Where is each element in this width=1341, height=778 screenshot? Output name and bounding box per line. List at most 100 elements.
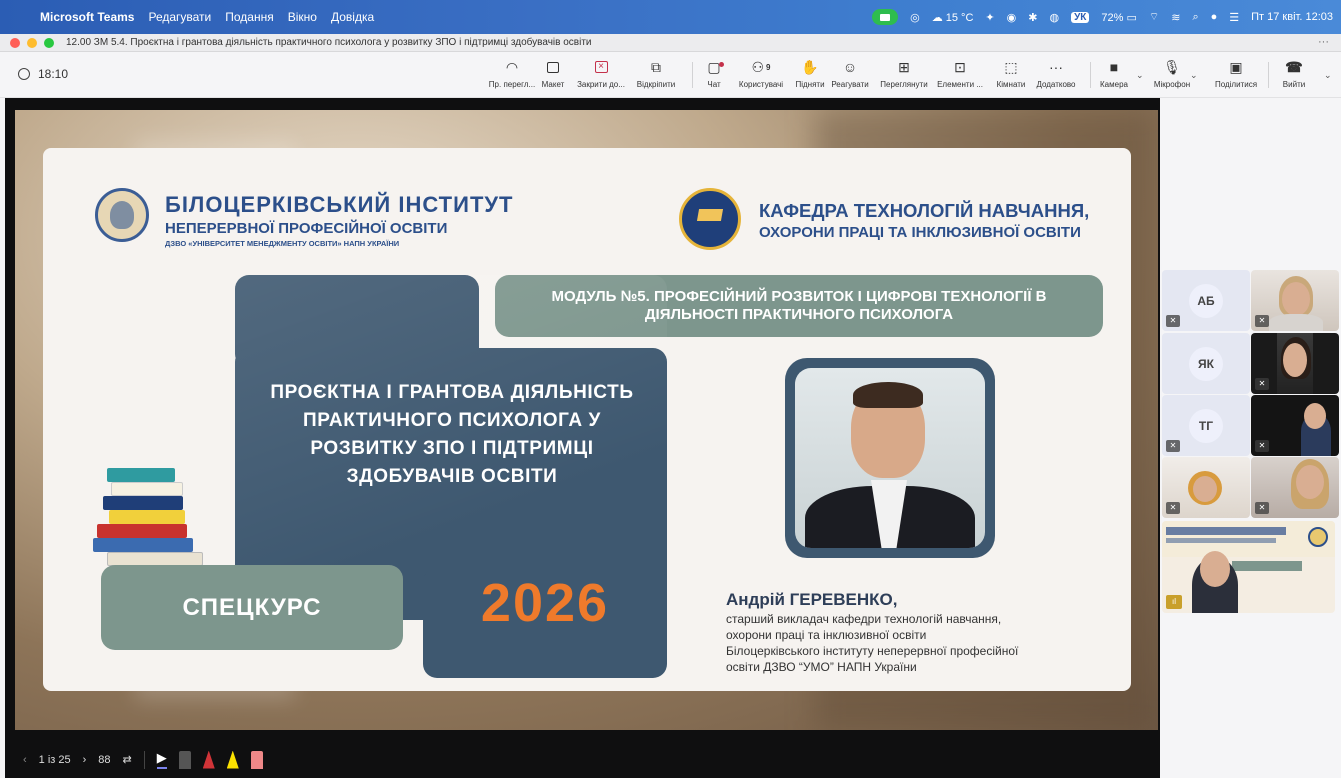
slide-settings-icon[interactable]: ⇄ [123,753,132,766]
bluetooth-icon[interactable]: ✱ [1028,11,1037,24]
popout-label: Відкріпити [636,80,676,89]
course-title-line: ПРОЄКТНА І ГРАНТОВА ДІЯЛЬНІСТЬ [270,382,634,403]
people-count: 9 [766,62,771,72]
presenter-bar-divider [143,750,145,769]
close-share-button[interactable]: × Закрити до... [571,58,631,89]
participant-tile[interactable]: АБ ✕ [1162,270,1250,331]
popout-button[interactable]: ⧉ Відкріпити [626,58,686,90]
microphone-options-chevron-icon[interactable]: ⌄ [1190,70,1198,81]
view-button[interactable]: ⊞ Переглянути [874,58,934,90]
speaker-title-line: охорони праці та інклюзивної освіти [726,628,927,642]
participant-avatar: ЯК [1189,346,1223,381]
leave-button[interactable]: ☎ Вийти [1264,58,1324,90]
popout-icon: ⧉ [651,58,661,75]
battery-indicator[interactable]: 72% ▭ [1101,11,1136,24]
layout-icon [547,58,559,76]
course-type-badge: СПЕЦКУРС [101,565,403,650]
pointer-tool-icon[interactable]: ▶ [156,750,167,769]
course-title-line: ЗДОБУВАЧІВ ОСВІТИ [346,466,558,487]
window-more-button[interactable]: ··· [1318,36,1329,48]
slide-counter: 1 із 25 [38,753,71,766]
participant-video-tile[interactable]: ✕ [1251,395,1339,456]
meeting-duration: 18:10 [38,67,69,81]
course-title-line: РОЗВИТКУ ЗПО І ПІДТРИМЦІ [310,438,594,459]
more-icon: ··· [1049,59,1063,75]
window-minimize-button[interactable] [27,37,37,48]
apps-label: Елементи ... [937,80,983,89]
camera-button[interactable]: ■ Камера [1084,58,1144,89]
camera-in-use-icon[interactable] [872,9,899,25]
leave-label: Вийти [1282,80,1306,89]
microphone-icon: 🎙 [1163,58,1181,75]
dropbox-icon[interactable]: ✦ [985,11,994,24]
speaker-photo [795,368,985,548]
microphone-label: Мікрофон [1153,80,1191,89]
muted-icon: ✕ [1255,315,1269,327]
participant-tile[interactable]: ТГ ✕ [1162,395,1250,456]
slide-grid-icon[interactable]: 88 [98,754,110,766]
menu-window[interactable]: Вікно [288,10,317,24]
weather-temp: 15 °C [945,11,974,24]
presentation-slide: БІЛОЦЕРКІВСЬКИЙ ІНСТИТУТ НЕПЕРЕРВНОЇ ПРО… [15,110,1158,730]
department-line-1: КАФЕДРА ТЕХНОЛОГІЙ НАВЧАННЯ, [759,200,1090,221]
apps-icon: ⊡ [954,58,966,75]
participant-video-tile[interactable]: ✕ [1251,270,1339,331]
menu-datetime[interactable]: Пт 17 квіт. 12:03 [1251,11,1333,23]
control-center-icon[interactable]: ☰ [1229,11,1239,24]
vpn-icon[interactable]: ◉ [1007,11,1017,24]
institute-logo-icon [95,188,149,242]
react-label: Реагувати [831,80,869,89]
share-button[interactable]: ▣ Поділитися [1206,58,1266,90]
slide-card: БІЛОЦЕРКІВСЬКИЙ ІНСТИТУТ НЕПЕРЕРВНОЇ ПРО… [43,148,1131,691]
rooms-icon: ⬚ [1004,58,1018,75]
laser-pen-icon[interactable] [202,750,215,769]
spotlight-search-icon[interactable]: ⌕ [1192,11,1198,24]
muted-icon: ✕ [1255,378,1269,390]
layout-label: Макет [541,80,565,89]
participant-panel: АБ ✕ ✕ ЯК ✕ ТГ ✕ ✕ ✕ ✕ [1160,98,1341,778]
share-label: Поділитися [1214,80,1258,89]
view-label: Переглянути [880,80,928,89]
weather-widget[interactable]: ☁ 15 °C [932,11,974,24]
window-close-button[interactable] [10,37,20,48]
airplay-icon[interactable]: ⌔ [1149,10,1159,24]
input-language[interactable]: УК [1071,11,1090,23]
leave-options-chevron-icon[interactable]: ⌄ [1324,70,1332,81]
window-title-bar: 12.00 ЗМ 5.4. Проєктна і грантова діяльн… [0,34,1341,52]
notification-icon[interactable]: ● [1211,11,1218,23]
meeting-title: 12.00 ЗМ 5.4. Проєктна і грантова діяльн… [66,37,592,48]
eraser-icon[interactable] [250,750,263,769]
previous-slide-button[interactable]: ‹ [23,754,27,766]
muted-icon: ✕ [1166,502,1180,514]
share-icon: ▣ [1229,58,1243,75]
participant-video-tile[interactable]: ✕ [1251,333,1339,394]
institute-name: БІЛОЦЕРКІВСЬКИЙ ІНСТИТУТ [165,192,514,217]
menu-edit[interactable]: Редагувати [148,10,211,24]
participant-video-tile[interactable]: ✕ [1251,457,1339,518]
pen-tool-icon[interactable] [178,750,191,769]
presenter-video-tile[interactable]: ıl [1162,521,1335,613]
wifi-icon[interactable]: ≋ [1171,11,1180,24]
raise-hand-icon: ✋ [801,58,819,75]
menu-view[interactable]: Подання [225,10,273,24]
next-slide-button[interactable]: › [83,754,87,766]
more-actions-button[interactable]: ··· Додатково [1026,58,1086,89]
immersive-view-icon: ◠ [505,58,519,75]
speaker-name: Андрій ГЕРЕВЕНКО, [726,590,898,609]
department-line-2: ОХОРОНИ ПРАЦІ ТА ІНКЛЮЗИВНОЇ ОСВІТИ [759,224,1081,241]
participant-video-tile[interactable]: ✕ [1162,457,1250,518]
muted-icon: ✕ [1166,315,1180,327]
menu-app-teams[interactable]: Microsoft Teams [40,10,134,24]
participant-tile[interactable]: ЯК [1162,333,1250,394]
more-label: Додатково [1036,80,1076,89]
menu-help[interactable]: Довідка [331,10,374,24]
muted-icon: ✕ [1166,440,1180,452]
people-label: Користувачі [738,80,784,89]
user-status-icon[interactable]: ◍ [1049,11,1059,24]
speaker-title-line: Білоцерківського інституту неперервної п… [726,644,1019,658]
window-zoom-button[interactable] [44,37,54,48]
react-button[interactable]: ☺ Реагувати [820,58,880,89]
screen-record-icon[interactable]: ◎ [910,11,920,24]
institute-affiliation: ДЗВО «УНІВЕРСИТЕТ МЕНЕДЖМЕНТУ ОСВІТИ» НА… [165,239,400,248]
highlighter-icon[interactable] [226,750,239,769]
